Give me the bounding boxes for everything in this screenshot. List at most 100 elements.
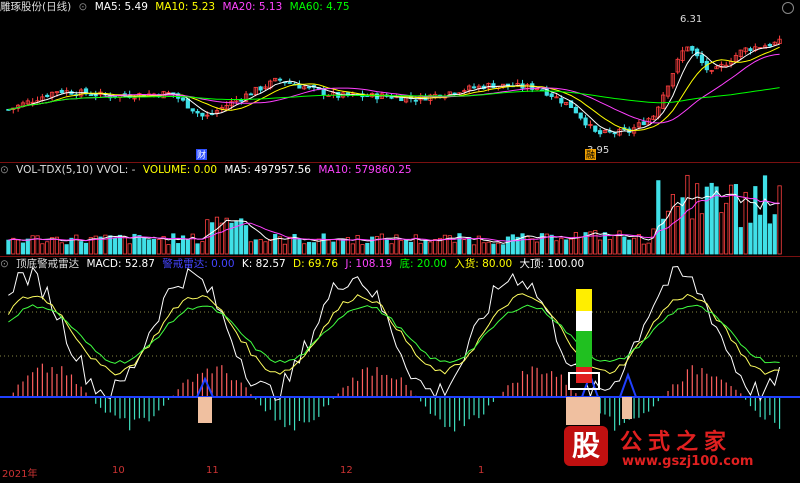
volume-bar	[151, 238, 157, 255]
volume-bar	[16, 239, 21, 255]
volume-bar	[273, 234, 278, 255]
volume-bar	[171, 233, 176, 255]
volume-bar	[433, 239, 438, 255]
volume-bar	[767, 223, 772, 255]
j-line	[8, 304, 780, 364]
vol-ma5: MA5: 497957.56	[224, 164, 311, 176]
ma20-label: MA20: 5.13	[222, 1, 283, 13]
volume-bar	[253, 239, 258, 255]
volume-bar	[622, 236, 627, 255]
signal-block	[622, 397, 632, 419]
candle-body	[578, 112, 583, 119]
volume-bar	[534, 241, 540, 255]
volume-bar	[355, 235, 360, 255]
candle-body	[554, 96, 559, 99]
candle-body	[452, 92, 457, 95]
volume-bar	[365, 242, 370, 255]
volume-bar	[263, 241, 268, 255]
volume-bar	[297, 238, 302, 255]
volume-bar	[30, 235, 35, 255]
candle-body	[699, 54, 705, 64]
volume-bar	[117, 234, 123, 255]
volume-bar	[40, 243, 45, 255]
volume-bar	[185, 239, 190, 255]
volume-bar	[481, 242, 486, 255]
volume-bar	[408, 241, 414, 255]
volume-bar	[777, 185, 782, 255]
main-title: 雕琢股份(日线)	[0, 1, 72, 13]
candle-body	[239, 99, 244, 102]
volume-bar	[340, 238, 346, 255]
logo-url: www.gszj100.com	[622, 454, 754, 469]
ind-k: K: 82.57	[241, 258, 286, 270]
volume-bar	[724, 202, 729, 255]
candle-body	[559, 98, 564, 104]
candle-body	[573, 106, 578, 114]
candle-body	[748, 48, 753, 52]
candle-body	[641, 121, 646, 126]
x-tick: 12	[340, 465, 353, 476]
gear-icon[interactable]	[782, 2, 794, 14]
volume-bar	[442, 234, 448, 255]
volume-bar	[137, 235, 142, 255]
volume-bar	[467, 236, 472, 255]
volume-bar	[549, 234, 554, 255]
candle-body	[180, 97, 186, 101]
volume-bar	[384, 239, 389, 255]
volume-bar	[462, 239, 467, 255]
candle-body	[88, 94, 93, 97]
candle-body	[185, 98, 190, 109]
signal-block	[576, 367, 592, 383]
volume-bar	[79, 241, 84, 255]
high-label: 6.31	[680, 14, 702, 25]
ind-header: ⊙ 顶底警戒雷达 MACD: 52.87 警戒雷达: 0.00 K: 82.57…	[0, 258, 585, 270]
volume-bar	[598, 239, 603, 255]
ind-macd: MACD: 52.87	[86, 258, 155, 270]
volume-bar	[268, 239, 273, 255]
volume-bar	[49, 237, 55, 255]
volume-bar	[631, 237, 637, 255]
volume-bar	[423, 240, 428, 255]
volume-bar	[336, 239, 341, 255]
volume-bar	[413, 234, 418, 255]
vol-title: VOL-TDX(5,10) VVOL: -	[16, 164, 136, 176]
logo-glyph: 股	[564, 426, 608, 466]
volume-bar	[758, 214, 763, 255]
volume-bar	[389, 243, 394, 255]
volume-bar	[501, 244, 506, 255]
volume-bar	[176, 243, 181, 255]
volume-bar	[258, 239, 263, 255]
volume-bar	[636, 234, 642, 255]
signal-block	[576, 311, 592, 331]
volume-bar	[331, 241, 336, 255]
volume-bar	[641, 243, 646, 255]
candle-body	[93, 94, 98, 97]
ind-bottom: 底: 20.00	[399, 258, 447, 270]
volume-bar	[510, 234, 515, 255]
candle-body	[287, 82, 292, 84]
signal-block	[576, 331, 592, 367]
volume-bar	[772, 214, 777, 255]
volume-bar	[210, 222, 215, 255]
volume-bar	[714, 186, 719, 255]
candle-body	[307, 86, 312, 89]
volume-bar	[496, 242, 501, 255]
candle-body	[190, 108, 195, 112]
ma5-line	[8, 43, 780, 133]
candle-body	[549, 93, 554, 97]
volume-bar	[573, 232, 578, 255]
volume-bar	[418, 242, 423, 255]
volume-bar	[690, 218, 695, 255]
k-line	[8, 265, 781, 402]
volume-bar	[83, 242, 89, 255]
candle-body	[690, 46, 695, 51]
volume-bar	[564, 239, 569, 255]
candle-body	[45, 94, 50, 98]
volume-bar	[277, 236, 283, 255]
volume-bar	[195, 243, 200, 255]
ind-top: 大顶: 100.00	[519, 258, 585, 270]
volume-bar	[146, 239, 152, 255]
ind-d: D: 69.76	[293, 258, 339, 270]
volume-bar	[45, 241, 50, 255]
ma20-line	[8, 53, 780, 124]
